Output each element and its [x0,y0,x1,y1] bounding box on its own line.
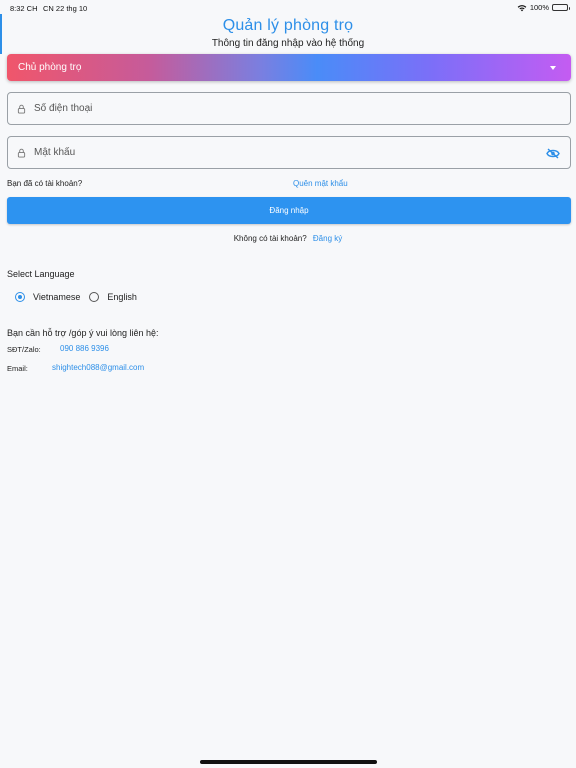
lock-icon [17,104,26,114]
battery-percent: 100% [529,3,549,12]
forgot-password-link[interactable]: Quên mật khẩu [293,179,348,188]
radio-selected-icon[interactable] [15,292,25,302]
support-email-link[interactable]: shightech088@gmail.com [52,363,144,372]
no-account-text: Không có tài khoản? [233,234,307,243]
email-label: Email: [7,364,28,373]
role-dropdown[interactable]: Chủ phòng trọ [7,54,571,81]
register-link[interactable]: Đăng ký [313,234,342,243]
page-subtitle: Thông tin đăng nhập vào hệ thống [211,38,365,49]
chevron-down-icon [550,66,556,70]
battery-icon [552,4,570,11]
phone-label: SĐT/Zalo: [7,345,41,354]
language-option-vietnamese[interactable]: Vietnamese [15,292,80,302]
phone-input[interactable] [34,94,534,123]
language-label-vietnamese: Vietnamese [33,292,81,302]
status-date: CN 22 thg 10 [43,4,88,13]
role-dropdown-value: Chủ phòng trọ [18,62,82,73]
language-options: Vietnamese English [15,292,146,302]
language-title: Select Language [7,269,75,279]
login-button[interactable]: Đăng nhập [7,197,571,224]
page-title: Quản lý phòng trọ [222,17,354,34]
support-phone-link[interactable]: 090 886 9396 [60,344,109,353]
status-bar: 8:32 CH CN 22 thg 10 100% [0,0,576,14]
phone-field[interactable] [7,92,571,125]
wifi-icon [517,4,527,11]
language-option-english[interactable]: English [89,292,137,302]
password-field[interactable] [7,136,571,169]
password-input[interactable] [34,138,534,167]
language-label-english: English [107,292,137,302]
status-right: 100% [517,3,570,12]
eye-off-icon[interactable] [546,148,560,159]
register-row: Không có tài khoản? Đăng ký [0,234,576,243]
lock-icon [17,148,26,158]
home-indicator [200,760,377,764]
have-account-text: Bạn đã có tài khoản? [7,179,83,188]
support-heading: Bạn cần hỗ trợ /góp ý vui lòng liên hệ: [7,328,159,338]
radio-unselected-icon[interactable] [89,292,100,302]
status-time: 8:32 CH [10,4,38,13]
